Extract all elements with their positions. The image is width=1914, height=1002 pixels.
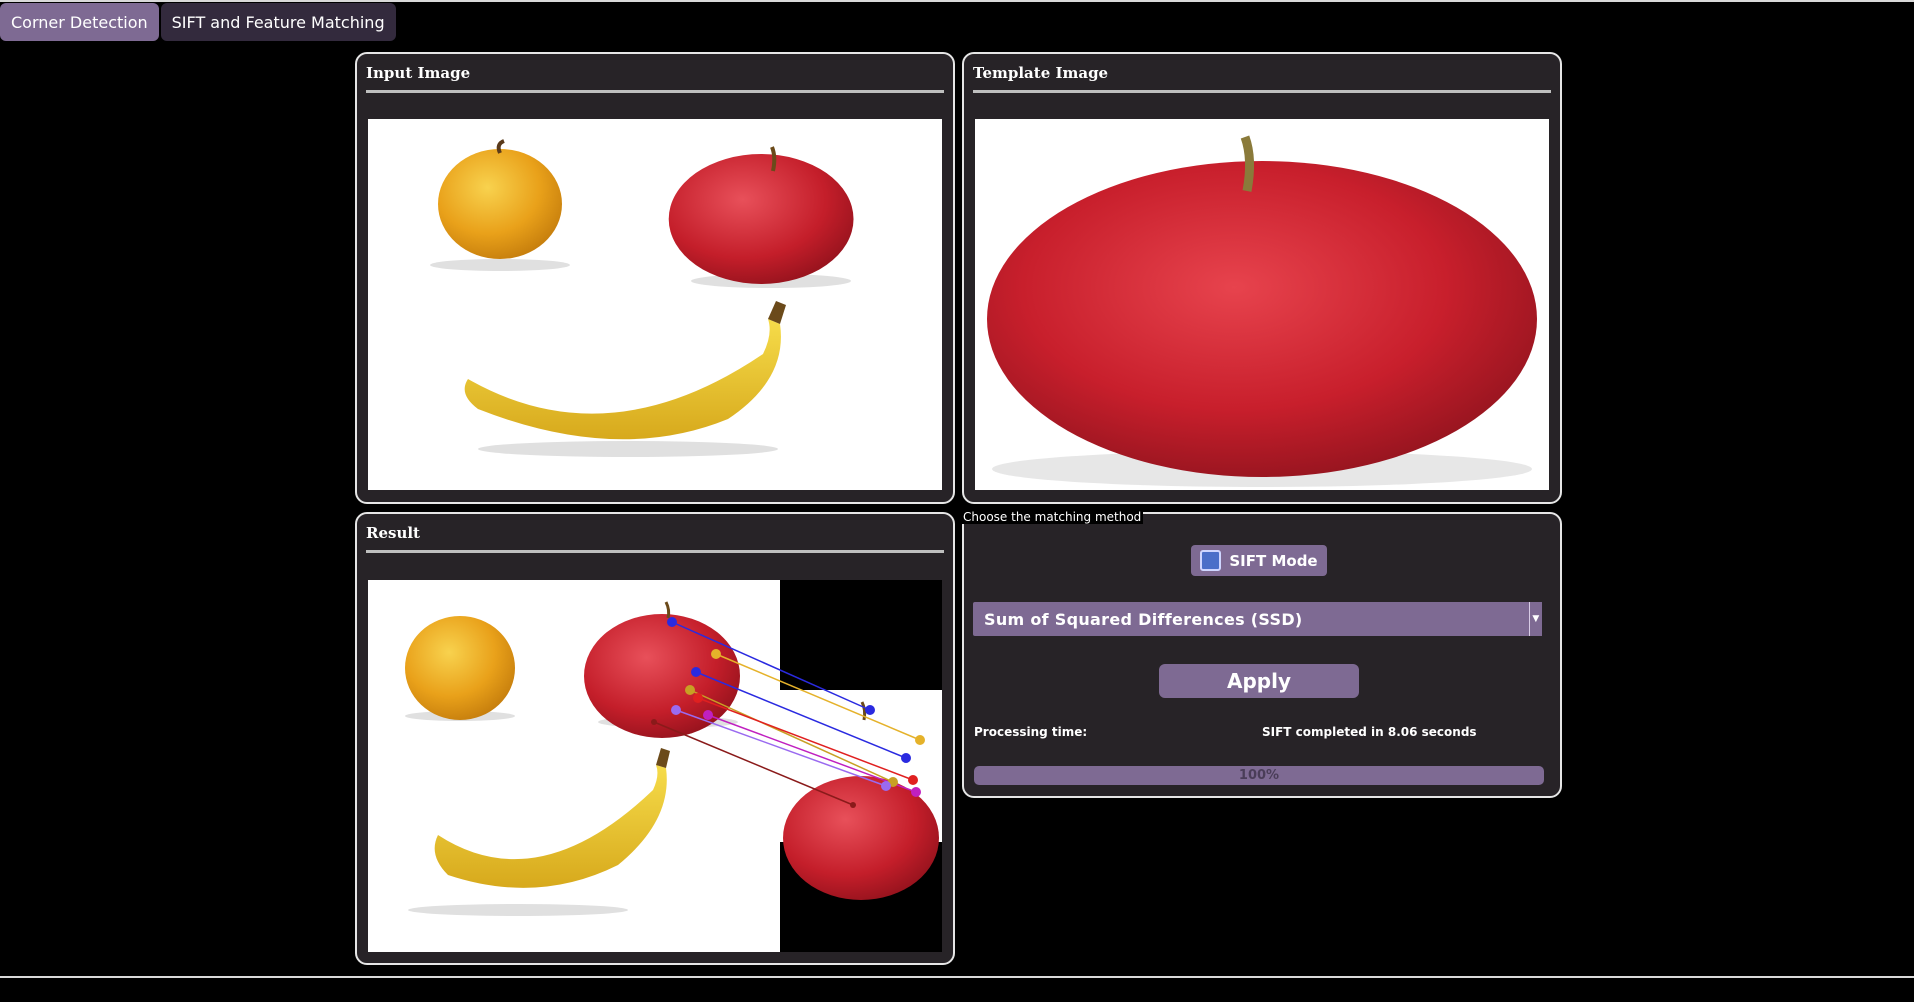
chevron-down-icon[interactable]: ▼ bbox=[1529, 602, 1542, 636]
sift-mode-label: SIFT Mode bbox=[1229, 551, 1318, 570]
matching-method-value: Sum of Squared Differences (SSD) bbox=[984, 609, 1303, 629]
divider bbox=[366, 90, 944, 93]
template-image bbox=[975, 119, 1549, 490]
progress-text: 100% bbox=[1238, 768, 1280, 783]
input-image-panel: Input Image bbox=[355, 52, 955, 504]
input-image bbox=[368, 119, 942, 490]
processing-time-value: SIFT completed in 8.06 seconds bbox=[1262, 725, 1477, 739]
processing-time-label: Processing time: bbox=[974, 725, 1088, 739]
tab-corner-detection[interactable]: Corner Detection bbox=[0, 3, 159, 41]
sift-mode-toggle[interactable]: SIFT Mode bbox=[1191, 545, 1327, 576]
panel-title: Result bbox=[366, 524, 420, 542]
progress-bar: 100% bbox=[974, 766, 1544, 785]
panel-title: Template Image bbox=[973, 64, 1109, 82]
divider bbox=[973, 90, 1551, 93]
panel-title: Input Image bbox=[366, 64, 471, 82]
sift-mode-checkbox[interactable] bbox=[1200, 550, 1222, 571]
divider bbox=[366, 550, 944, 553]
matching-method-legend: Choose the matching method bbox=[961, 510, 1144, 524]
tab-bar: Corner Detection SIFT and Feature Matchi… bbox=[0, 3, 396, 41]
matching-method-select[interactable]: Sum of Squared Differences (SSD) ▼ bbox=[973, 602, 1542, 636]
result-panel: Result bbox=[355, 512, 955, 965]
bottom-border bbox=[0, 976, 1914, 978]
result-image bbox=[368, 580, 942, 952]
apply-button[interactable]: Apply bbox=[1159, 664, 1359, 698]
template-image-panel: Template Image bbox=[962, 52, 1562, 504]
top-border bbox=[0, 0, 1914, 2]
tab-sift-feature-matching[interactable]: SIFT and Feature Matching bbox=[160, 3, 396, 41]
